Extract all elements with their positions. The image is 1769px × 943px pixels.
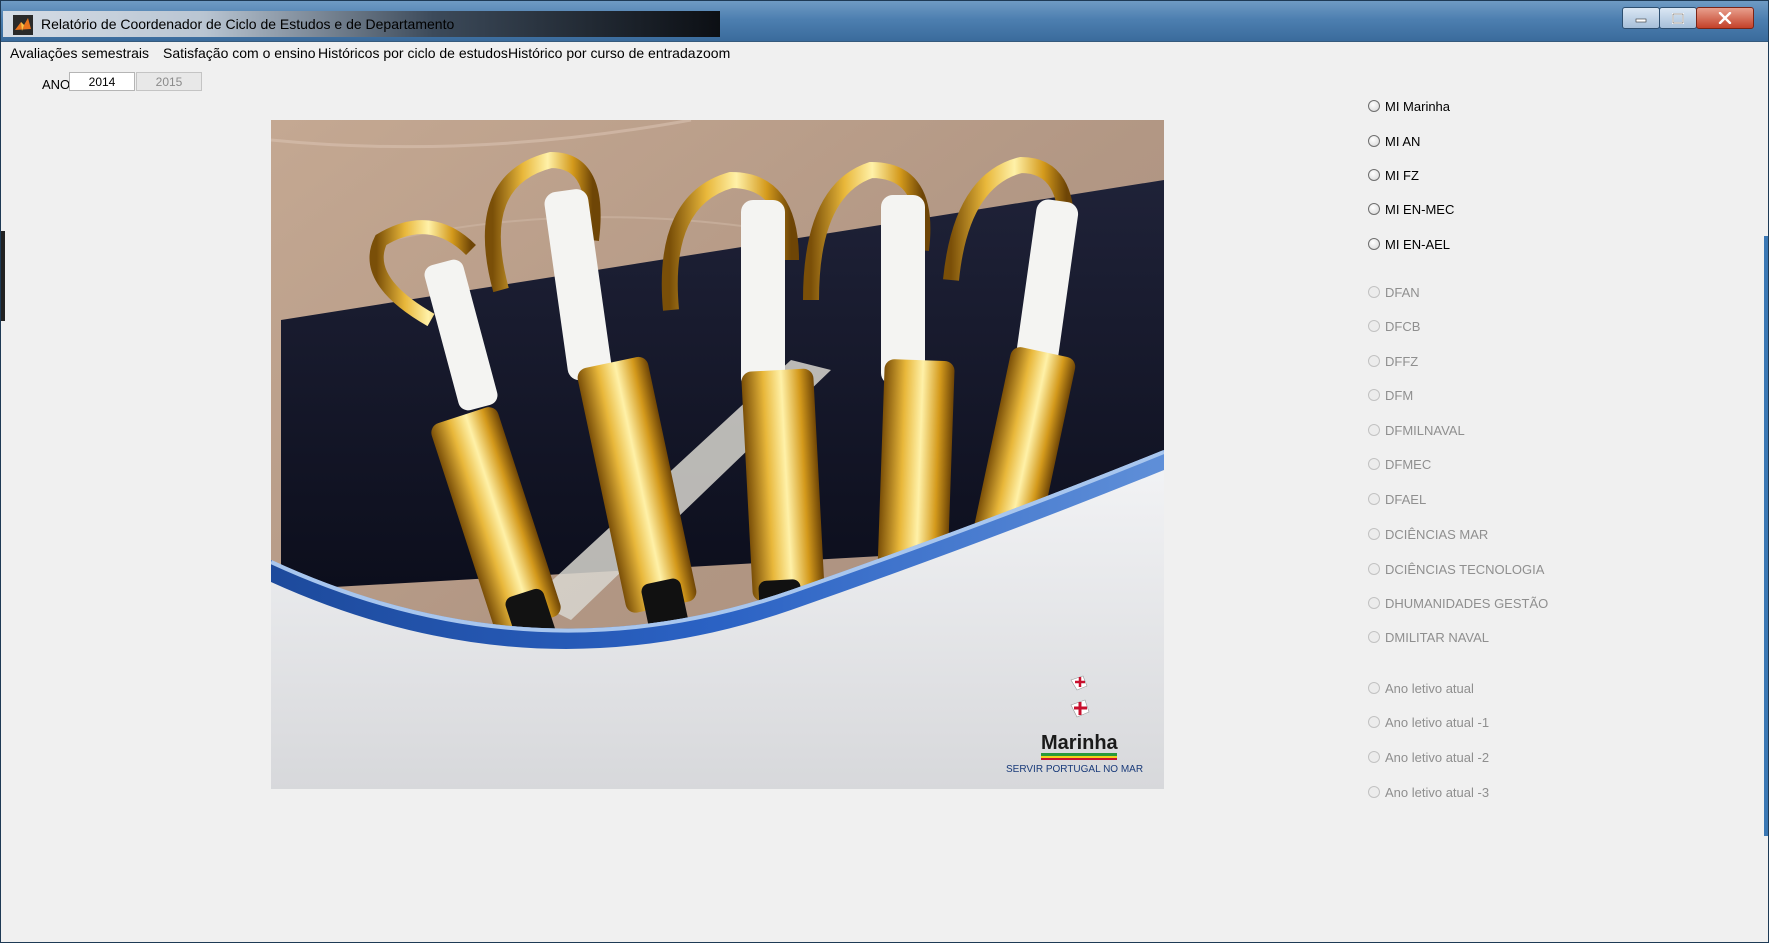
radio-dot-icon[interactable] [1368,169,1380,181]
menu-historico-curso-entrada[interactable]: Histórico por curso de entrada [508,45,696,61]
application-window: Relatório de Coordenador de Ciclo de Est… [0,0,1769,943]
year-label: ANO [42,77,71,92]
slogan-text: SERVIR PORTUGAL NO MAR [1006,764,1143,775]
radio-dot-icon[interactable] [1368,286,1380,298]
year-2014-button[interactable]: 2014 [69,72,135,91]
maximize-icon [1672,12,1684,24]
matlab-icon [13,15,33,35]
radio-dot-icon[interactable] [1368,389,1380,401]
logo-text: Marinha [1041,732,1119,754]
radio-dot-icon[interactable] [1368,631,1380,643]
left-window-edge [1,231,5,321]
close-icon [1718,12,1732,24]
radio-dot-icon[interactable] [1368,528,1380,540]
radio-dot-icon[interactable] [1368,458,1380,470]
minimize-icon [1635,18,1647,23]
radio-dot-icon[interactable] [1368,786,1380,798]
radio-dot-icon[interactable] [1368,100,1380,112]
radio-dot-icon[interactable] [1368,355,1380,367]
radio-dot-icon[interactable] [1368,597,1380,609]
window-controls [1622,7,1754,31]
title-bar[interactable]: Relatório de Coordenador de Ciclo de Est… [1,1,1768,42]
window-title: Relatório de Coordenador de Ciclo de Est… [41,16,455,32]
minimize-button[interactable] [1622,7,1660,29]
menu-zoom[interactable]: zoom [696,45,730,61]
radio-dot-icon[interactable] [1368,320,1380,332]
menu-satisfacao-ensino[interactable]: Satisfação com o ensino [163,45,316,61]
radio-dot-icon[interactable] [1368,203,1380,215]
radio-dot-icon[interactable] [1368,682,1380,694]
menu-historicos-ciclo[interactable]: Históricos por ciclo de estudos [318,45,508,61]
radio-dot-icon[interactable] [1368,238,1380,250]
background-blur [721,9,724,20]
menu-bar: Avaliações semestrais Satisfação com o e… [1,42,1768,64]
radio-dot-icon[interactable] [1368,493,1380,505]
radio-dot-icon[interactable] [1368,751,1380,763]
year-2015-button[interactable]: 2015 [136,72,202,91]
right-window-edge [1764,236,1768,836]
swords-photo: Marinha SERVIR PORTUGAL NO MAR [271,120,1164,789]
close-button[interactable] [1696,7,1754,29]
maximize-button[interactable] [1659,7,1697,29]
radio-dot-icon[interactable] [1368,424,1380,436]
menu-avaliacoes-semestrais[interactable]: Avaliações semestrais [10,45,149,61]
radio-dot-icon[interactable] [1368,563,1380,575]
radio-dot-icon[interactable] [1368,135,1380,147]
radio-dot-icon[interactable] [1368,716,1380,728]
